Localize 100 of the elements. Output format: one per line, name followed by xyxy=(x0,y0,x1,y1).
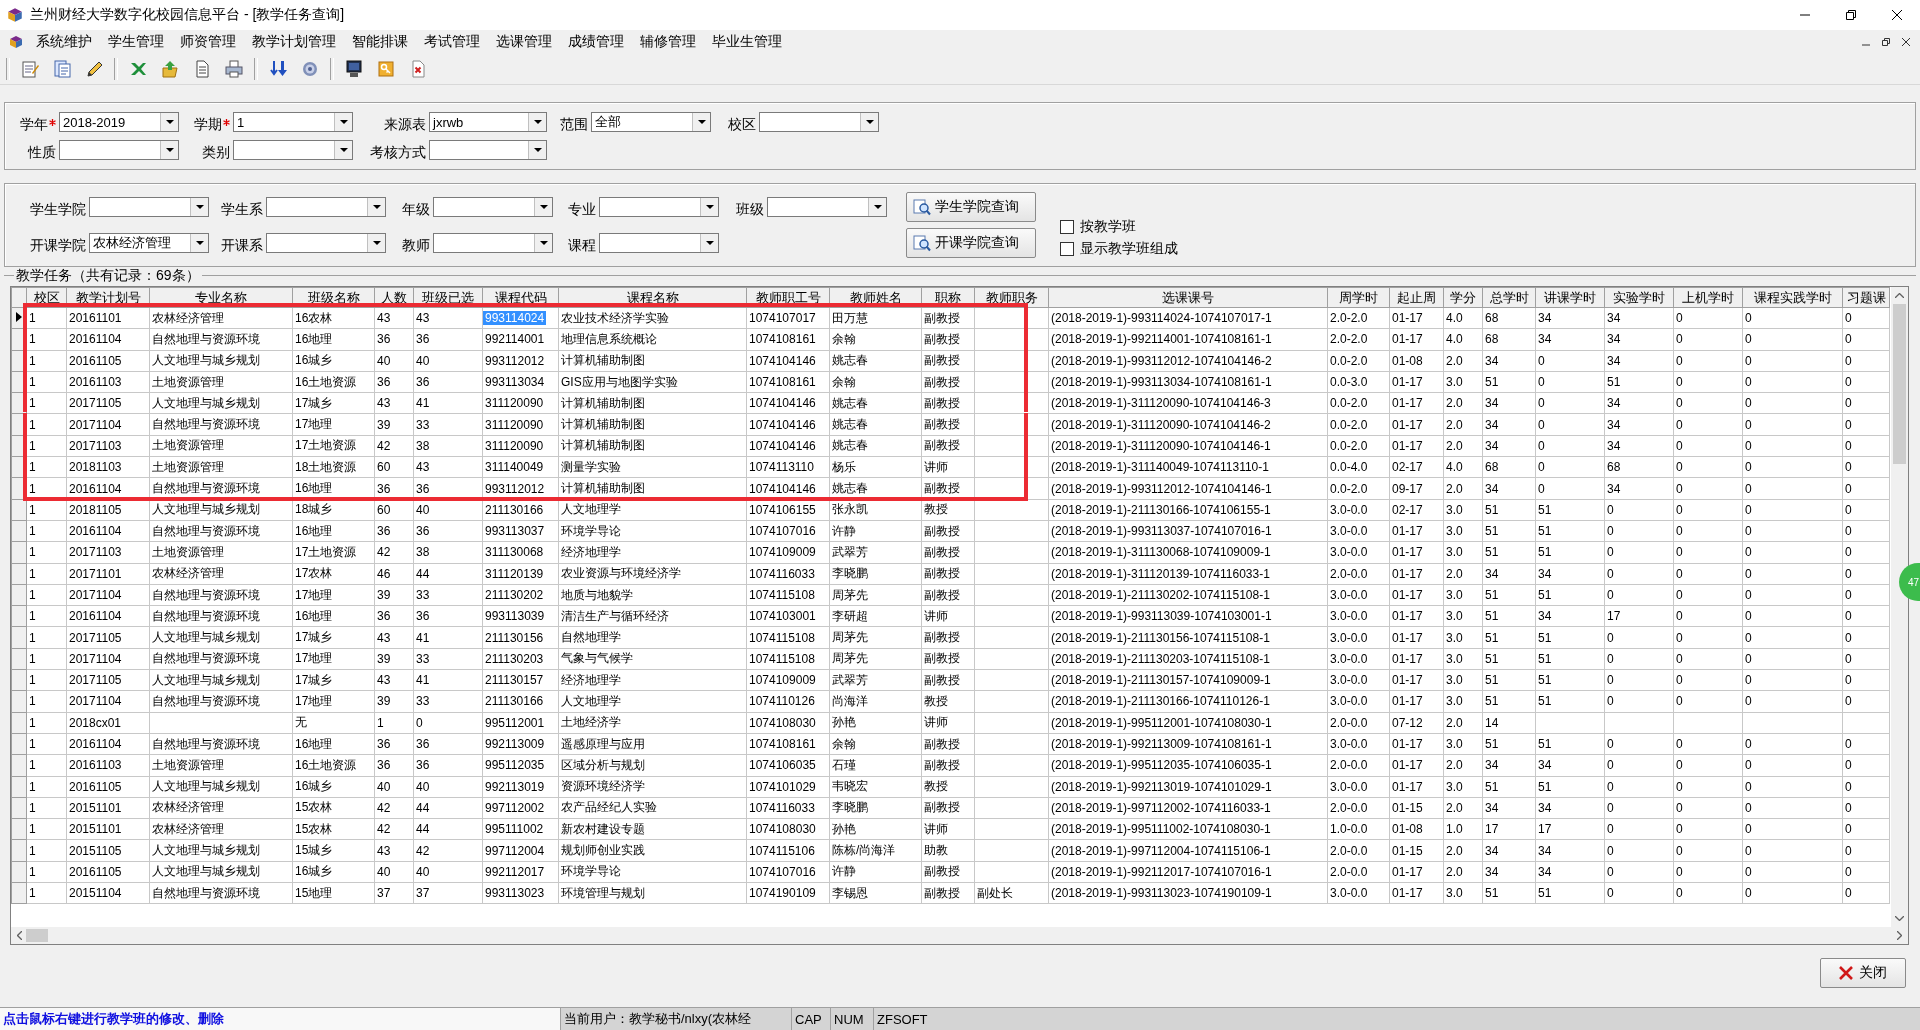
close-button[interactable]: 关闭 xyxy=(1820,957,1906,988)
column-header[interactable]: 上机学时 xyxy=(1673,287,1743,308)
table-cell: 自然地理学 xyxy=(558,626,747,649)
column-header[interactable]: 讲课学时 xyxy=(1535,287,1605,308)
dropdown-field[interactable]: 农林经济管理 xyxy=(89,233,209,253)
column-header[interactable]: 实验学时 xyxy=(1604,287,1674,308)
column-header[interactable]: 选课课号 xyxy=(1048,287,1328,308)
table-cell: 0 xyxy=(1535,477,1605,500)
dropdown-field[interactable] xyxy=(767,197,887,217)
table-cell: 34 xyxy=(1535,861,1605,883)
menu-item[interactable]: 学生管理 xyxy=(100,31,172,53)
scroll-right-icon[interactable] xyxy=(1897,931,1902,940)
checkbox[interactable]: 显示教学班组成 xyxy=(1060,240,1178,258)
dropdown-field[interactable] xyxy=(266,197,386,217)
table-cell: 0 xyxy=(1742,626,1843,649)
query-button[interactable]: 学生学院查询 xyxy=(906,192,1036,222)
scroll-down-icon[interactable] xyxy=(1895,916,1904,921)
query-button[interactable]: 开课学院查询 xyxy=(906,228,1036,258)
table-cell: 46 xyxy=(374,563,414,585)
table-cell: 计算机辅助制图 xyxy=(558,414,747,436)
printer-icon[interactable] xyxy=(222,57,246,81)
column-header[interactable]: 周学时 xyxy=(1327,287,1390,308)
table-cell: 1 xyxy=(26,648,67,670)
table-cell: 34 xyxy=(1535,839,1605,862)
menu-item[interactable]: 辅修管理 xyxy=(632,31,704,53)
table-cell: 1 xyxy=(26,626,67,649)
menu-item[interactable]: 考试管理 xyxy=(416,31,488,53)
table-cell: (2018-2019-1)-311140049-1074113110-1 xyxy=(1048,456,1328,478)
table-cell: 人文地理与城乡规划 xyxy=(149,350,293,372)
status-num: NUM xyxy=(831,1008,874,1030)
dropdown-field[interactable]: 2018-2019 xyxy=(59,112,179,132)
table-cell: (2018-2019-1)-993113039-1074103001-1 xyxy=(1048,605,1328,627)
dropdown-field[interactable]: jxrwb xyxy=(429,112,547,132)
dropdown-field[interactable] xyxy=(433,197,553,217)
dropdown-field[interactable] xyxy=(599,233,719,253)
dropdown-field[interactable] xyxy=(429,140,547,160)
table-cell: 李锡恩 xyxy=(829,882,922,904)
table-cell: 0 xyxy=(1842,605,1890,627)
menu-item[interactable]: 师资管理 xyxy=(172,31,244,53)
table-cell: 01-17 xyxy=(1389,733,1444,755)
table-cell: 3.0-0.0 xyxy=(1327,669,1390,691)
table-cell: 土地资源管理 xyxy=(149,435,293,457)
menu-item[interactable]: 选课管理 xyxy=(488,31,560,53)
dropdown-field[interactable]: 1 xyxy=(233,112,353,132)
table-cell: 01-17 xyxy=(1389,435,1444,457)
column-header[interactable]: 学分 xyxy=(1443,287,1483,308)
table-cell: 36 xyxy=(413,754,483,777)
table-cell: 39 xyxy=(374,690,414,713)
table-cell: 许静 xyxy=(829,520,922,542)
vertical-scrollbar[interactable] xyxy=(1891,287,1908,927)
dropdown-field[interactable] xyxy=(266,233,386,253)
menu-item[interactable]: 智能排课 xyxy=(344,31,416,53)
horizontal-scrollbar[interactable] xyxy=(11,927,1908,944)
dropdown-field[interactable] xyxy=(59,140,179,160)
table-cell: 02-17 xyxy=(1389,456,1444,478)
table-cell: 助教 xyxy=(921,839,975,862)
scrollbar-thumb[interactable] xyxy=(1893,304,1906,464)
table-cell: 01-17 xyxy=(1389,626,1444,649)
dropdown-arrow-icon xyxy=(533,148,542,152)
menu-item[interactable]: 系统维护 xyxy=(28,31,100,53)
table-cell: 土地资源管理 xyxy=(149,541,293,564)
dropdown-field[interactable] xyxy=(599,197,719,217)
table-cell: 副处长 xyxy=(974,882,1049,904)
table-cell: (2018-2019-1)-995112035-1074106035-1 xyxy=(1048,754,1328,777)
table-cell: 自然地理与资源环境 xyxy=(149,520,293,542)
table-cell: 地理信息系统概论 xyxy=(558,328,747,351)
table-cell: 211130166 xyxy=(482,499,559,521)
column-header[interactable]: 总学时 xyxy=(1482,287,1536,308)
checkbox[interactable]: 按教学班 xyxy=(1060,218,1178,236)
table-cell: 3.0-0.0 xyxy=(1327,584,1390,606)
dropdown-field[interactable] xyxy=(759,112,879,132)
table-cell: 2.0 xyxy=(1443,563,1483,585)
table-cell: (2018-2019-1)-997112002-1074116033-1 xyxy=(1048,797,1328,819)
table-cell: 人文地理与城乡规划 xyxy=(149,669,293,691)
column-header[interactable]: 习题课 xyxy=(1842,287,1890,308)
table-cell: 1074106035 xyxy=(746,754,830,777)
table-cell: 51 xyxy=(1535,648,1605,670)
table-cell: 1 xyxy=(26,541,67,564)
menu-item[interactable]: 成绩管理 xyxy=(560,31,632,53)
table-cell: 韦晓宏 xyxy=(829,776,922,798)
column-header[interactable]: 课程实践学时 xyxy=(1742,287,1843,308)
table-cell: 01-17 xyxy=(1389,584,1444,606)
scroll-left-icon[interactable] xyxy=(17,931,22,940)
table-cell: 1 xyxy=(374,712,414,734)
dropdown-field[interactable]: 全部 xyxy=(591,112,711,132)
row-pointer-icon xyxy=(16,312,22,323)
scrollbar-thumb[interactable] xyxy=(26,929,48,942)
dropdown-field[interactable] xyxy=(233,140,353,160)
column-header[interactable]: 起止周 xyxy=(1389,287,1444,308)
table-cell: 2.0 xyxy=(1443,414,1483,436)
table-cell: 16土地资源 xyxy=(292,754,375,777)
table-cell: 0 xyxy=(1673,776,1743,798)
menu-item[interactable]: 毕业生管理 xyxy=(704,31,790,53)
scroll-up-icon[interactable] xyxy=(1895,293,1904,298)
app-logo-icon xyxy=(6,6,24,24)
table-cell: 土地资源管理 xyxy=(149,371,293,393)
dropdown-field[interactable] xyxy=(433,233,553,253)
field-label: 开课学院 xyxy=(30,237,86,255)
menu-item[interactable]: 教学计划管理 xyxy=(244,31,344,53)
dropdown-field[interactable] xyxy=(89,197,209,217)
